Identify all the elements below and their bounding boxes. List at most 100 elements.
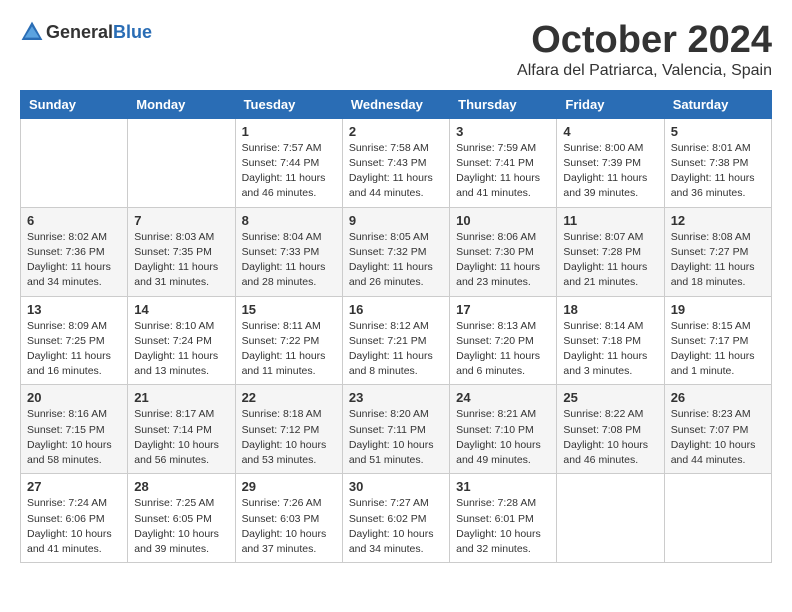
day-number: 25 — [563, 390, 657, 405]
day-detail: Sunrise: 8:18 AMSunset: 7:12 PMDaylight:… — [242, 408, 327, 466]
day-cell-0-3: 2Sunrise: 7:58 AMSunset: 7:43 PMDaylight… — [342, 118, 449, 207]
day-detail: Sunrise: 8:05 AMSunset: 7:32 PMDaylight:… — [349, 231, 433, 289]
day-number: 3 — [456, 124, 550, 139]
day-cell-1-3: 9 Sunrise: 8:05 AMSunset: 7:32 PMDaylight… — [342, 207, 449, 296]
day-detail: Sunrise: 8:23 AMSunset: 7:07 PMDaylight:… — [671, 408, 756, 466]
day-number: 31 — [456, 479, 550, 494]
day-detail: Sunrise: 7:28 AMSunset: 6:01 PMDaylight:… — [456, 497, 541, 555]
col-thursday: Thursday — [450, 90, 557, 118]
day-number: 27 — [27, 479, 121, 494]
day-cell-3-0: 20 Sunrise: 8:16 AMSunset: 7:15 PMDayligh… — [21, 385, 128, 474]
day-cell-0-5: 4 Sunrise: 8:00 AMSunset: 7:39 PMDaylight… — [557, 118, 664, 207]
day-detail: Sunrise: 8:01 AMSunset: 7:38 PMDaylight:… — [671, 142, 755, 200]
day-detail: Sunrise: 7:24 AMSunset: 6:06 PMDaylight:… — [27, 497, 112, 555]
week-row-2: 6 Sunrise: 8:02 AMSunset: 7:36 PMDaylight… — [21, 207, 772, 296]
day-number: 19 — [671, 302, 765, 317]
day-number: 21 — [134, 390, 228, 405]
title-block: October 2024 Alfara del Patriarca, Valen… — [517, 20, 772, 80]
day-number: 7 — [134, 213, 228, 228]
logo: GeneralBlue — [20, 20, 152, 44]
col-sunday: Sunday — [21, 90, 128, 118]
day-detail: Sunrise: 8:02 AMSunset: 7:36 PMDaylight:… — [27, 231, 111, 289]
day-number: 30 — [349, 479, 443, 494]
day-detail: Sunrise: 7:59 AMSunset: 7:41 PMDaylight:… — [456, 142, 540, 200]
day-cell-3-6: 26Sunrise: 8:23 AMSunset: 7:07 PMDayligh… — [664, 385, 771, 474]
day-detail: Sunrise: 8:10 AMSunset: 7:24 PMDaylight:… — [134, 320, 218, 378]
col-monday: Monday — [128, 90, 235, 118]
day-detail: Sunrise: 8:06 AMSunset: 7:30 PMDaylight:… — [456, 231, 540, 289]
day-detail: Sunrise: 8:07 AMSunset: 7:28 PMDaylight:… — [563, 231, 647, 289]
day-cell-4-4: 31 Sunrise: 7:28 AMSunset: 6:01 PMDayligh… — [450, 474, 557, 563]
day-detail: Sunrise: 8:22 AMSunset: 7:08 PMDaylight:… — [563, 408, 648, 466]
day-number: 10 — [456, 213, 550, 228]
day-number: 16 — [349, 302, 443, 317]
day-detail: Sunrise: 8:14 AMSunset: 7:18 PMDaylight:… — [563, 320, 647, 378]
day-detail: Sunrise: 7:58 AMSunset: 7:43 PMDaylight:… — [349, 142, 433, 200]
day-number: 13 — [27, 302, 121, 317]
day-detail: Sunrise: 8:09 AMSunset: 7:25 PMDaylight:… — [27, 320, 111, 378]
day-number: 28 — [134, 479, 228, 494]
week-row-1: 1Sunrise: 7:57 AMSunset: 7:44 PMDaylight… — [21, 118, 772, 207]
day-cell-2-0: 13 Sunrise: 8:09 AMSunset: 7:25 PMDayligh… — [21, 296, 128, 385]
day-cell-4-6 — [664, 474, 771, 563]
day-number: 9 — [349, 213, 443, 228]
logo-blue: Blue — [113, 22, 152, 42]
week-row-3: 13 Sunrise: 8:09 AMSunset: 7:25 PMDayligh… — [21, 296, 772, 385]
day-number: 8 — [242, 213, 336, 228]
day-cell-2-3: 16 Sunrise: 8:12 AMSunset: 7:21 PMDayligh… — [342, 296, 449, 385]
day-cell-0-6: 5Sunrise: 8:01 AMSunset: 7:38 PMDaylight… — [664, 118, 771, 207]
day-cell-3-3: 23 Sunrise: 8:20 AMSunset: 7:11 PMDayligh… — [342, 385, 449, 474]
day-number: 18 — [563, 302, 657, 317]
day-number: 22 — [242, 390, 336, 405]
day-detail: Sunrise: 8:11 AMSunset: 7:22 PMDaylight:… — [242, 320, 326, 378]
day-cell-4-3: 30 Sunrise: 7:27 AMSunset: 6:02 PMDayligh… — [342, 474, 449, 563]
day-detail: Sunrise: 8:00 AMSunset: 7:39 PMDaylight:… — [563, 142, 647, 200]
day-cell-0-1 — [128, 118, 235, 207]
day-cell-2-1: 14Sunrise: 8:10 AMSunset: 7:24 PMDayligh… — [128, 296, 235, 385]
day-detail: Sunrise: 8:20 AMSunset: 7:11 PMDaylight:… — [349, 408, 434, 466]
day-number: 12 — [671, 213, 765, 228]
day-number: 1 — [242, 124, 336, 139]
day-cell-4-2: 29Sunrise: 7:26 AMSunset: 6:03 PMDayligh… — [235, 474, 342, 563]
day-cell-0-2: 1Sunrise: 7:57 AMSunset: 7:44 PMDaylight… — [235, 118, 342, 207]
logo-general: General — [46, 22, 113, 42]
day-detail: Sunrise: 8:04 AMSunset: 7:33 PMDaylight:… — [242, 231, 326, 289]
month-title: October 2024 — [517, 20, 772, 62]
day-cell-4-1: 28 Sunrise: 7:25 AMSunset: 6:05 PMDayligh… — [128, 474, 235, 563]
location-title: Alfara del Patriarca, Valencia, Spain — [517, 62, 772, 80]
calendar-header-row: Sunday Monday Tuesday Wednesday Thursday… — [21, 90, 772, 118]
day-cell-2-6: 19Sunrise: 8:15 AMSunset: 7:17 PMDayligh… — [664, 296, 771, 385]
day-detail: Sunrise: 8:03 AMSunset: 7:35 PMDaylight:… — [134, 231, 218, 289]
col-friday: Friday — [557, 90, 664, 118]
day-number: 20 — [27, 390, 121, 405]
day-detail: Sunrise: 8:21 AMSunset: 7:10 PMDaylight:… — [456, 408, 541, 466]
day-detail: Sunrise: 8:12 AMSunset: 7:21 PMDaylight:… — [349, 320, 433, 378]
day-number: 24 — [456, 390, 550, 405]
week-row-4: 20 Sunrise: 8:16 AMSunset: 7:15 PMDayligh… — [21, 385, 772, 474]
week-row-5: 27 Sunrise: 7:24 AMSunset: 6:06 PMDayligh… — [21, 474, 772, 563]
day-cell-1-1: 7 Sunrise: 8:03 AMSunset: 7:35 PMDaylight… — [128, 207, 235, 296]
day-number: 23 — [349, 390, 443, 405]
day-number: 6 — [27, 213, 121, 228]
day-detail: Sunrise: 7:27 AMSunset: 6:02 PMDaylight:… — [349, 497, 434, 555]
day-cell-1-0: 6 Sunrise: 8:02 AMSunset: 7:36 PMDaylight… — [21, 207, 128, 296]
day-cell-0-0 — [21, 118, 128, 207]
col-tuesday: Tuesday — [235, 90, 342, 118]
day-cell-1-2: 8 Sunrise: 8:04 AMSunset: 7:33 PMDaylight… — [235, 207, 342, 296]
day-detail: Sunrise: 8:17 AMSunset: 7:14 PMDaylight:… — [134, 408, 219, 466]
day-detail: Sunrise: 8:13 AMSunset: 7:20 PMDaylight:… — [456, 320, 540, 378]
day-cell-3-2: 22 Sunrise: 8:18 AMSunset: 7:12 PMDayligh… — [235, 385, 342, 474]
day-detail: Sunrise: 8:16 AMSunset: 7:15 PMDaylight:… — [27, 408, 112, 466]
day-cell-2-5: 18 Sunrise: 8:14 AMSunset: 7:18 PMDayligh… — [557, 296, 664, 385]
day-cell-2-4: 17Sunrise: 8:13 AMSunset: 7:20 PMDayligh… — [450, 296, 557, 385]
day-cell-1-6: 12Sunrise: 8:08 AMSunset: 7:27 PMDayligh… — [664, 207, 771, 296]
day-cell-2-2: 15Sunrise: 8:11 AMSunset: 7:22 PMDayligh… — [235, 296, 342, 385]
day-cell-4-5 — [557, 474, 664, 563]
day-cell-0-4: 3 Sunrise: 7:59 AMSunset: 7:41 PMDaylight… — [450, 118, 557, 207]
day-number: 4 — [563, 124, 657, 139]
day-cell-4-0: 27 Sunrise: 7:24 AMSunset: 6:06 PMDayligh… — [21, 474, 128, 563]
day-cell-1-5: 11 Sunrise: 8:07 AMSunset: 7:28 PMDayligh… — [557, 207, 664, 296]
day-cell-3-5: 25 Sunrise: 8:22 AMSunset: 7:08 PMDayligh… — [557, 385, 664, 474]
day-number: 11 — [563, 213, 657, 228]
day-detail: Sunrise: 7:25 AMSunset: 6:05 PMDaylight:… — [134, 497, 219, 555]
